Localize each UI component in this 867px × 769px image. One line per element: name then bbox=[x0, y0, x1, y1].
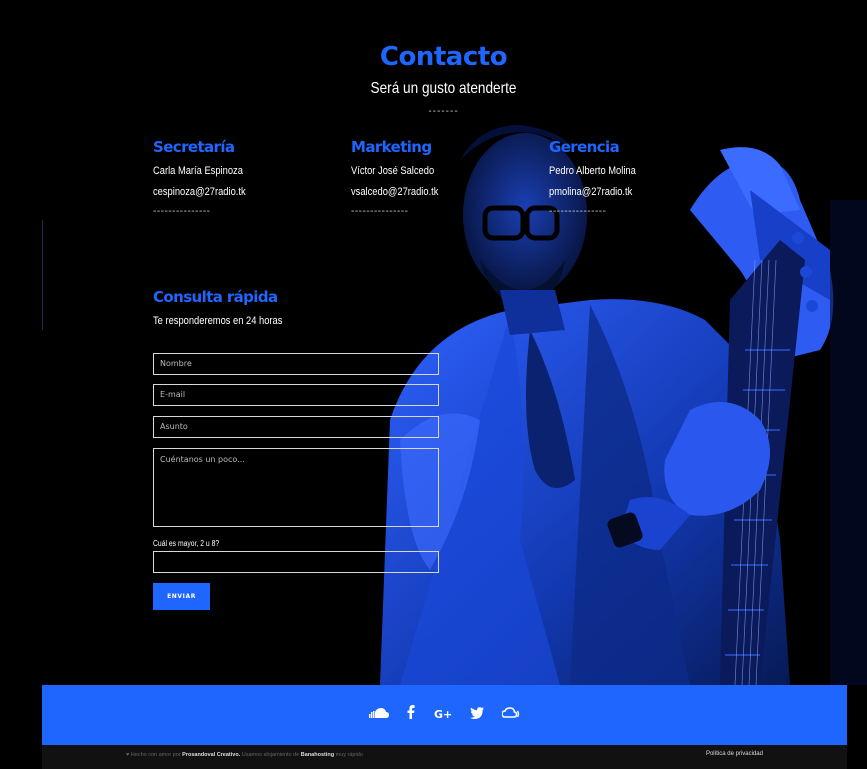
message-textarea[interactable]: Cuéntanos un poco... bbox=[153, 448, 439, 527]
social-icons: G+ bbox=[42, 705, 847, 723]
soundcloud-icon[interactable] bbox=[368, 706, 389, 722]
mixcloud-icon[interactable] bbox=[501, 706, 520, 722]
contact-email[interactable]: pmolina@27radio.tk bbox=[549, 186, 711, 198]
bottom-bar: ♥ Hecho con amor por Prosandoval Creativ… bbox=[42, 745, 847, 769]
captcha-label: Cuál es mayor, 2 u 8? bbox=[153, 539, 220, 548]
twitter-icon[interactable] bbox=[469, 706, 484, 722]
contact-name: Víctor José Salcedo bbox=[351, 165, 435, 177]
credits-prefix: ♥ Hecho con amor por bbox=[126, 752, 181, 758]
contact-divider: --------------- bbox=[153, 206, 211, 217]
credits-host-link[interactable]: Banahosting bbox=[301, 752, 334, 758]
email-input[interactable]: E-mail bbox=[153, 384, 439, 406]
contact-name: Pedro Alberto Molina bbox=[549, 165, 636, 177]
contact-name: Carla María Espinoza bbox=[153, 165, 243, 177]
contact-card-secretaria: Secretaría Carla María Espinoza cespinoz… bbox=[153, 138, 343, 217]
contact-card-marketing: Marketing Víctor José Salcedo vsalcedo@2… bbox=[351, 138, 541, 217]
page-title: Contacto bbox=[379, 42, 508, 72]
contact-email[interactable]: vsalcedo@27radio.tk bbox=[351, 186, 513, 198]
name-placeholder: Nombre bbox=[160, 359, 192, 368]
title-separator: ------- bbox=[428, 106, 459, 117]
quick-form-subtitle: Te responderemos en 24 horas bbox=[153, 315, 283, 327]
credits-author-link[interactable]: Prosandoval Creativo. bbox=[182, 752, 240, 758]
privacy-policy-link[interactable]: Política de privacidad bbox=[706, 751, 763, 757]
contact-card-title: Gerencia bbox=[549, 138, 620, 156]
email-placeholder: E-mail bbox=[160, 390, 186, 399]
google-plus-icon[interactable]: G+ bbox=[434, 706, 452, 722]
contact-card-gerencia: Gerencia Pedro Alberto Molina pmolina@27… bbox=[549, 138, 739, 217]
contact-card-title: Secretaría bbox=[153, 138, 235, 156]
contact-page: Contacto Será un gusto atenderte -------… bbox=[0, 0, 867, 769]
captcha-input[interactable] bbox=[153, 551, 439, 573]
credits-middle: Usamos alojamiento de bbox=[241, 752, 300, 758]
page-subtitle: Será un gusto atenderte bbox=[370, 80, 517, 97]
message-placeholder: Cuéntanos un poco... bbox=[160, 455, 245, 464]
name-input[interactable]: Nombre bbox=[153, 353, 439, 375]
contact-card-title: Marketing bbox=[351, 138, 432, 156]
credits-text: ♥ Hecho con amor por Prosandoval Creativ… bbox=[126, 752, 363, 758]
contact-divider: --------------- bbox=[351, 206, 409, 217]
decorative-edge-line bbox=[42, 220, 43, 330]
contact-email[interactable]: cespinoza@27radio.tk bbox=[153, 186, 315, 198]
send-button[interactable]: ENVIAR bbox=[153, 583, 210, 610]
quick-form-title: Consulta rápida bbox=[153, 288, 278, 306]
credits-suffix: muy rápido bbox=[335, 752, 363, 758]
social-footer: G+ bbox=[42, 685, 847, 745]
contact-divider: --------------- bbox=[549, 206, 607, 217]
subject-input[interactable]: Asunto bbox=[153, 416, 439, 438]
facebook-icon[interactable] bbox=[407, 705, 415, 722]
subject-placeholder: Asunto bbox=[160, 422, 188, 431]
svg-text:G+: G+ bbox=[434, 708, 452, 719]
